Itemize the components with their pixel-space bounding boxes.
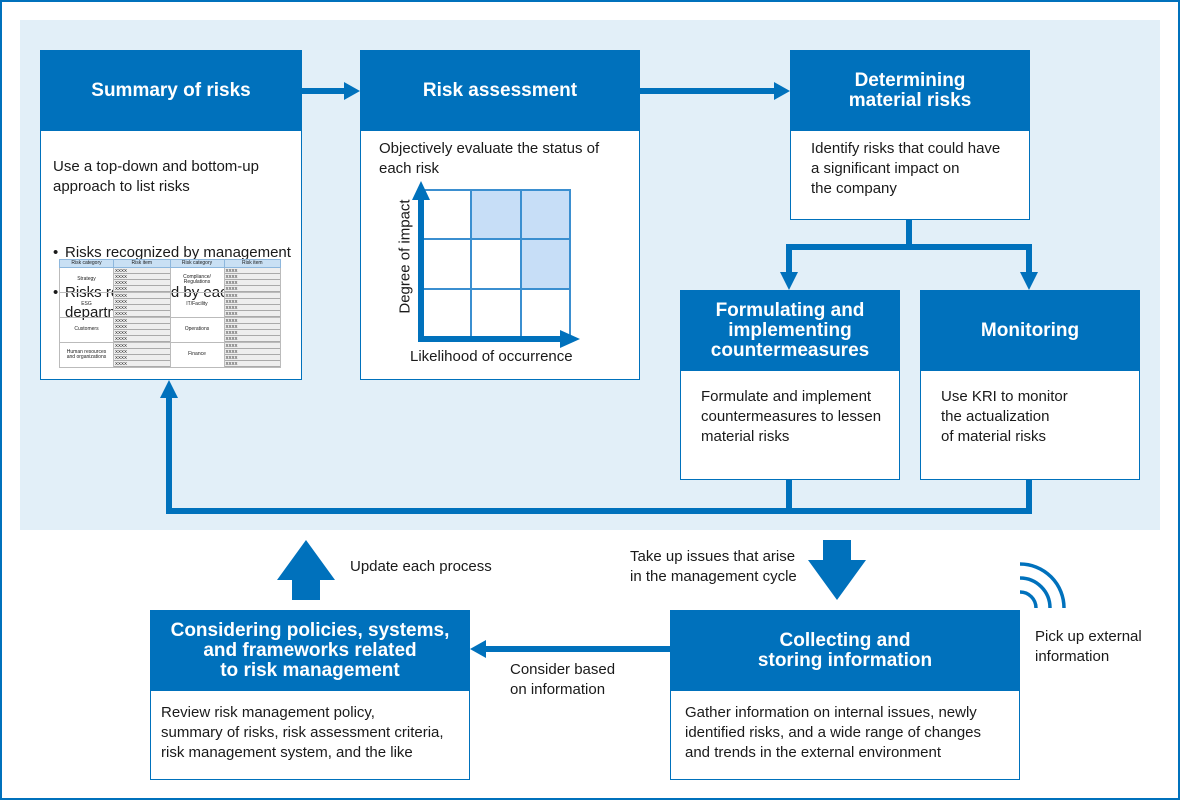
signal-icon [1019, 562, 1066, 609]
matrix-cell [471, 239, 521, 289]
risk-category-cell: Strategy [59, 267, 114, 293]
table-header: Risk item [113, 259, 171, 268]
policies-box: Considering policies, systems, and frame… [150, 610, 470, 780]
arrow-head [780, 272, 798, 290]
matrix-cell-highlighted [520, 190, 570, 240]
arrow-head [160, 380, 178, 398]
risk-item: XXXX [224, 336, 280, 342]
connector-material-down [906, 220, 912, 246]
risk-category-cell: Operations [169, 317, 225, 343]
material-risks-title: Determining material risks [791, 51, 1029, 131]
material-risks-description: Identify risks that could have a signifi… [811, 140, 1001, 197]
table-row: Human resources and organizations XXXX XXX… [59, 342, 281, 368]
countermeasures-title: Formulating and implementing countermeas… [681, 291, 899, 371]
matrix-cell-highlighted [471, 190, 521, 240]
material-risks-box: Determining material risks Identify risk… [790, 50, 1030, 220]
risk-item: XXXX [224, 361, 280, 367]
risk-item: XXXX [114, 361, 170, 367]
risk-category-cell: IT/Facility [169, 292, 225, 318]
table-row: ESG XXXX XXXX XXXX XXXX IT/Facility XXXX XXXX XX… [59, 292, 281, 318]
take-up-issues-label: Take up issues that arise in the managem… [630, 548, 797, 585]
connector-feedback-horizontal [166, 508, 1032, 514]
risk-item: XXXX [224, 311, 280, 317]
collecting-title: Collecting and storing information [671, 611, 1019, 691]
summary-of-risks-title: Summary of risks [41, 51, 301, 131]
arrow-collecting-to-policies [484, 646, 670, 652]
risk-list-table: Risk category Risk item Risk category Ri… [59, 259, 281, 368]
x-axis-label: Likelihood of occurrence [410, 348, 573, 365]
risk-items-cell: XXXX XXXX XXXX XXXX [113, 342, 171, 368]
matrix-cell [422, 288, 472, 338]
risk-category-cell: Customers [59, 317, 114, 343]
matrix-cell [422, 190, 472, 240]
arrow-head [344, 82, 360, 100]
take-up-down-arrow [808, 540, 866, 600]
table-header: Risk item [223, 259, 281, 268]
matrix-cell-highlighted [520, 239, 570, 289]
risk-category-cell: Human resources and organizations [59, 342, 114, 368]
table-header: Risk category [169, 259, 225, 268]
risk-items-cell: XXXX XXXX XXXX XXXX [113, 267, 171, 293]
risk-category-cell: Finance [169, 342, 225, 368]
monitoring-title: Monitoring [921, 291, 1139, 371]
risk-category-cell: Compliance/ Regulations [169, 267, 225, 293]
update-each-process-label: Update each process [350, 558, 492, 575]
risk-item: XXXX [114, 336, 170, 342]
arrow-summary-to-assessment [300, 88, 346, 94]
matrix-cell [520, 288, 570, 338]
connector-split [786, 244, 1032, 250]
arrow-head [470, 640, 486, 658]
risk-items-cell: XXXX XXXX XXXX XXXX [223, 317, 281, 343]
countermeasures-description: Formulate and implement countermeasures … [701, 388, 882, 445]
table-row: Strategy XXXX XXXX XXXX XXXX Compliance/ Regu… [59, 267, 281, 293]
risk-category-cell: ESG [59, 292, 114, 318]
monitoring-box: Monitoring Use KRI to monitor the actual… [920, 290, 1140, 480]
policies-description: Review risk management policy, summary o… [161, 704, 444, 761]
matrix-cell [422, 239, 472, 289]
monitoring-description: Use KRI to monitor the actualization of … [941, 388, 1068, 445]
consider-based-label: Consider based on information [510, 661, 616, 698]
collecting-box: Collecting and storing information Gathe… [670, 610, 1020, 780]
update-up-arrow [277, 540, 335, 600]
arrow-head [1020, 272, 1038, 290]
risk-item: XXXX [114, 286, 170, 292]
y-axis-label: Degree of impact [396, 199, 414, 314]
risk-matrix [421, 189, 571, 339]
table-row: Customers XXXX XXXX XXXX XXXX Operations XXXX X… [59, 317, 281, 343]
policies-title: Considering policies, systems, and frame… [151, 611, 469, 691]
risk-items-cell: XXXX XXXX XXXX XXXX [223, 342, 281, 368]
risk-assessment-description: Objectively evaluate the status of each … [379, 140, 600, 177]
matrix-cell [471, 288, 521, 338]
arrow-head [774, 82, 790, 100]
risk-assessment-title: Risk assessment [361, 51, 639, 131]
connector-feedback-up [166, 396, 172, 514]
risk-items-cell: XXXX XXXX XXXX XXXX [223, 267, 281, 293]
countermeasures-box: Formulating and implementing countermeas… [680, 290, 900, 480]
risk-item: XXXX [224, 286, 280, 292]
risk-items-cell: XXXX XXXX XXXX XXXX [113, 292, 171, 318]
collecting-description: Gather information on internal issues, n… [685, 704, 982, 761]
summary-of-risks-description: Use a top-down and bottom-up approach to… [53, 158, 259, 195]
arrow-assessment-to-material [640, 88, 776, 94]
risk-item: XXXX [114, 311, 170, 317]
pick-up-external-label: Pick up external information [1035, 628, 1142, 665]
table-header: Risk category [59, 259, 114, 268]
risk-items-cell: XXXX XXXX XXXX XXXX [223, 292, 281, 318]
risk-items-cell: XXXX XXXX XXXX XXXX [113, 317, 171, 343]
